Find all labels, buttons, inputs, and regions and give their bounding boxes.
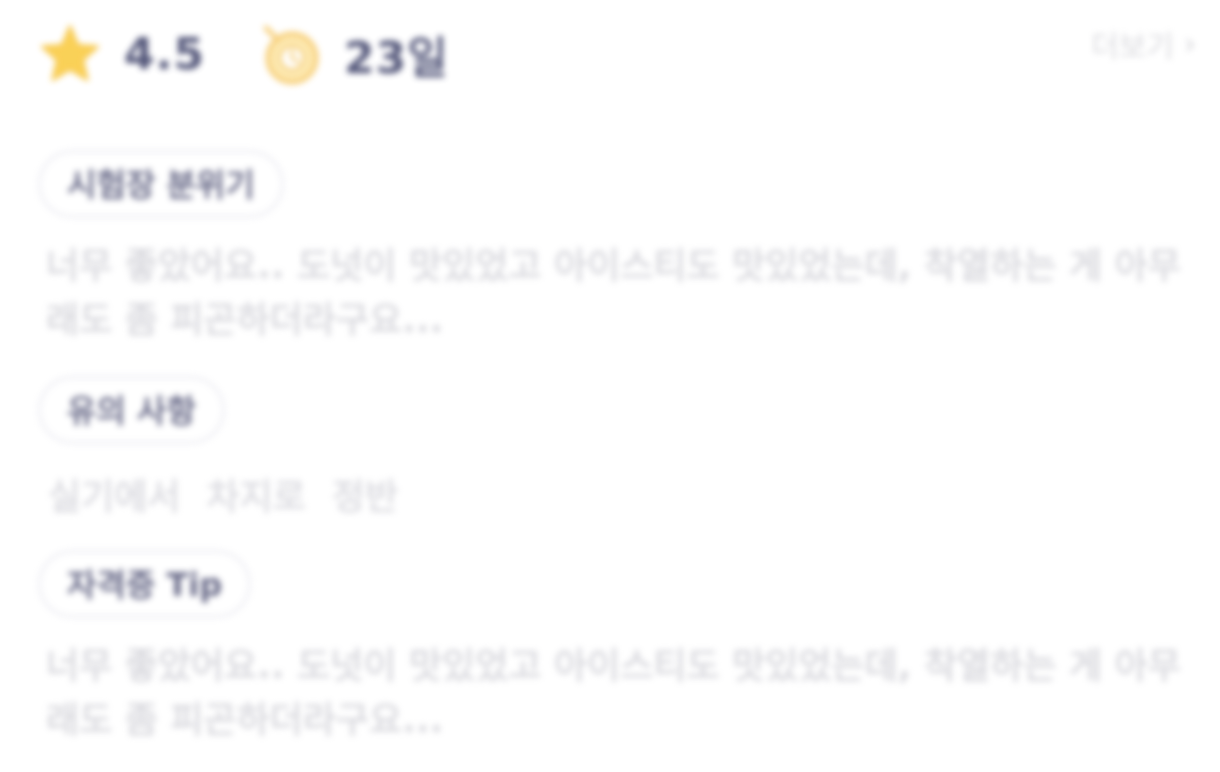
section-atmosphere: 시험장 분위기 너무 좋았어요.. 도넛이 맛있었고 아이스티도 맛있었는데, … xyxy=(38,150,1198,348)
rating-value: 4.5 xyxy=(124,28,205,80)
notes-tags: 실기에서 차지로 정반 xyxy=(48,468,1198,520)
atmosphere-text: 너무 좋았어요.. 도넛이 맛있었고 아이스티도 맛있었는데, 착열하는 게 아… xyxy=(46,246,1181,341)
atmosphere-pill: 시험장 분위기 xyxy=(38,150,284,218)
chevron-right-icon: › xyxy=(1184,26,1196,62)
period-stat: 23일 xyxy=(258,22,449,86)
note-tag: 실기에서 xyxy=(48,477,181,518)
tip-text: 너무 좋았어요.. 도넛이 맛있었고 아이스티도 맛있었는데, 착열하는 게 아… xyxy=(46,646,1181,741)
rating-stat: 4.5 xyxy=(38,22,258,86)
section-notes: 유의 사항 실기에서 차지로 정반 xyxy=(38,376,1198,520)
section-tip: 자격증 Tip 너무 좋았어요.. 도넛이 맛있었고 아이스티도 맛있었는데, … xyxy=(38,550,1198,748)
period-value: 23일 xyxy=(344,33,449,84)
note-tag: 차지로 xyxy=(206,477,306,518)
note-tag: 정반 xyxy=(331,477,399,518)
tip-pill: 자격증 Tip xyxy=(38,550,252,618)
stats-row: 4.5 23일 xyxy=(38,14,449,94)
star-icon xyxy=(38,22,102,86)
review-detail-panel: 4.5 23일 더보기 › 시험장 분위기 너무 좋았어요.. 도넛이 맛있었고… xyxy=(0,0,1220,772)
notes-pill: 유의 사항 xyxy=(38,376,225,444)
clock-icon xyxy=(258,22,322,86)
more-link[interactable]: 더보기 › xyxy=(1091,22,1196,66)
more-link-label: 더보기 xyxy=(1091,30,1174,65)
